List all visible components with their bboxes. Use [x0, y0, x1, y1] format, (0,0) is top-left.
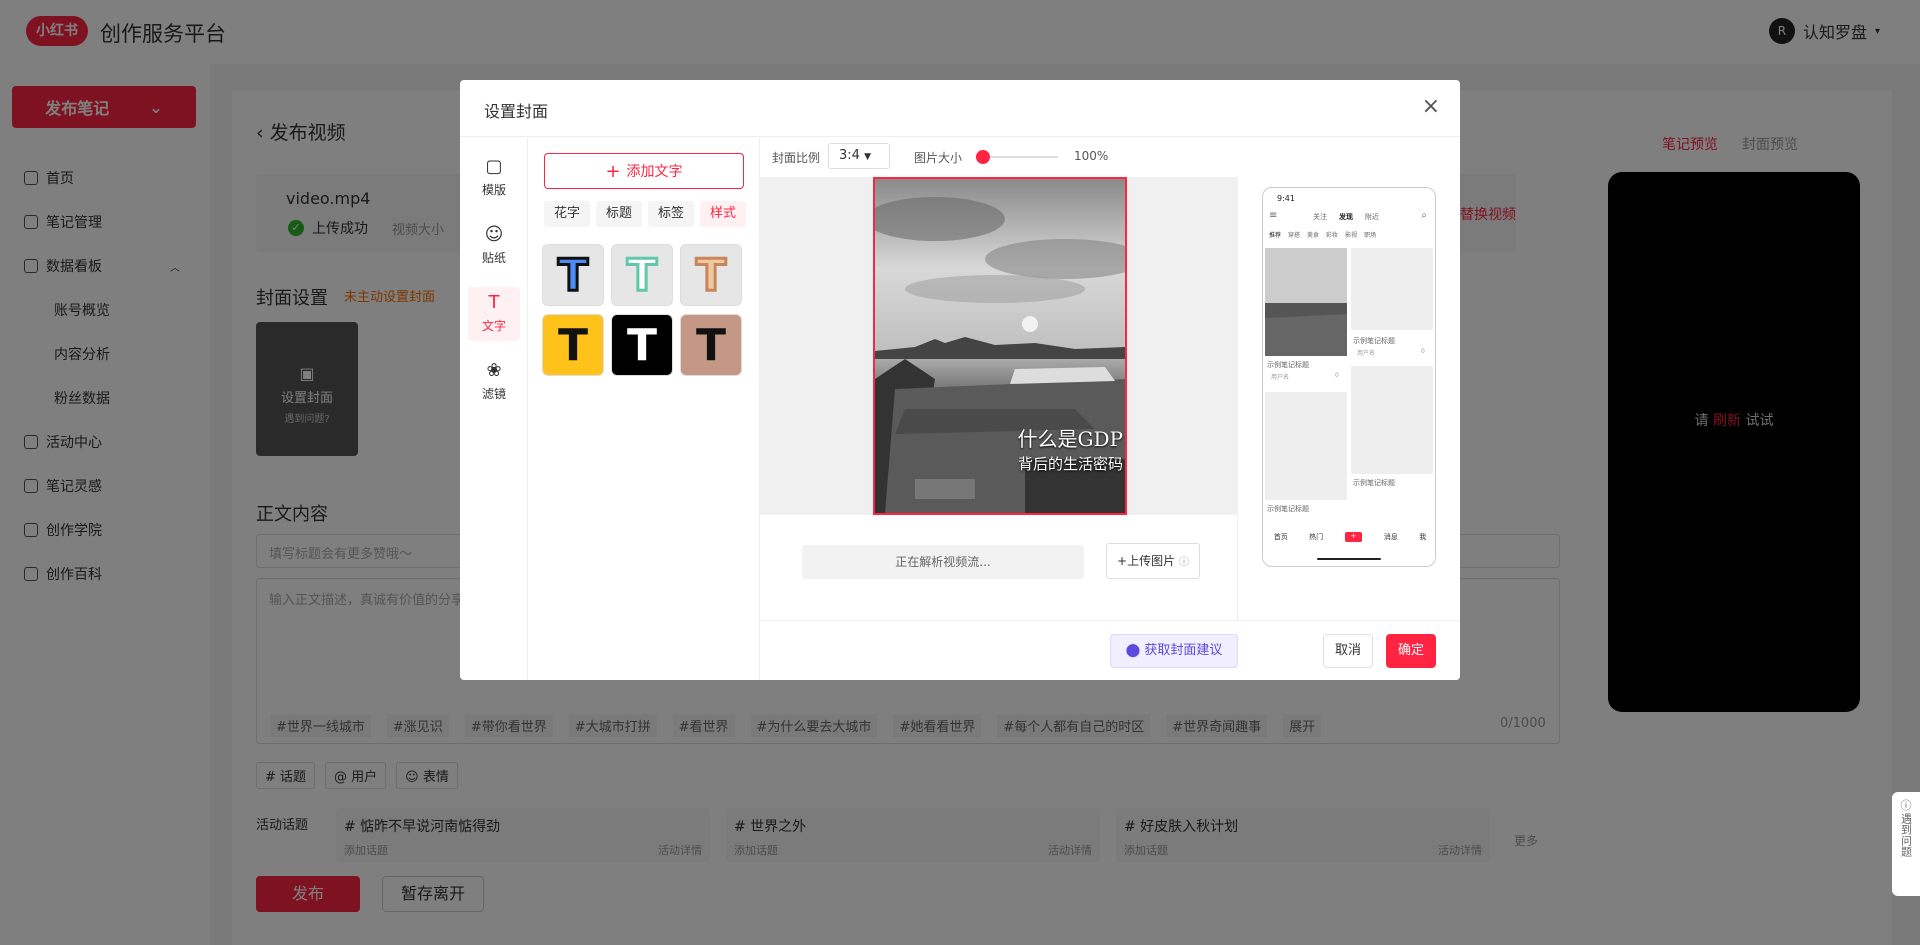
add-text-button[interactable]: + 添加文字	[544, 153, 744, 189]
editor-controls: 封面比例 3:4 ▼ 图片大小 100%	[760, 137, 1238, 177]
status-time: 9:41	[1277, 194, 1295, 203]
filter-icon: ❀	[486, 360, 502, 381]
size-value: 100%	[1074, 149, 1109, 163]
mini-tabs: 关注 发现 附近	[1313, 213, 1379, 221]
mini-card-title: 示例笔记标题	[1267, 361, 1309, 369]
cover-text-line1[interactable]: 什么是GDP	[1018, 423, 1123, 452]
tab-style[interactable]: 样式	[700, 201, 747, 227]
tool-rail: ▢ 模版 ☺ 贴纸 T 文字 ❀ 滤镜	[460, 137, 528, 680]
mini-cover-thumb	[1265, 248, 1347, 356]
chevron-down-icon: ▼	[864, 152, 871, 162]
cover-text-line2[interactable]: 背后的生活密码	[1018, 453, 1123, 474]
text-style-mint[interactable]: T	[611, 244, 673, 306]
cover-canvas: 什么是GDP 背后的生活密码	[760, 177, 1238, 515]
mini-card	[1265, 392, 1347, 500]
dialog-title: 设置封面	[484, 102, 549, 121]
plus-icon: +	[605, 160, 621, 182]
ratio-select[interactable]: 3:4 ▼	[828, 143, 890, 169]
mini-card	[1351, 248, 1433, 330]
help-label: 遇到问题	[1899, 813, 1913, 857]
parsing-status: 正在解析视频流...	[802, 545, 1084, 579]
ratio-label: 封面比例	[772, 151, 821, 165]
mini-bottom-nav: 首页 热门 + 消息我	[1273, 532, 1427, 542]
tool-sticker[interactable]: ☺ 贴纸	[468, 219, 520, 273]
mini-card	[1351, 366, 1433, 474]
set-cover-dialog: 设置封面 × ▢ 模版 ☺ 贴纸 T 文字 ❀ 滤镜 + 添加文字 花字 标题 标签 样式…	[460, 80, 1460, 680]
mini-card-title: 示例笔记标题	[1267, 505, 1309, 513]
tab-fancy-text[interactable]: 花字	[544, 201, 591, 227]
text-style-peach[interactable]: T	[680, 244, 742, 306]
location-pin-icon: ⬤	[1125, 643, 1145, 658]
mini-channels: 推荐 穿搭 美食 彩妆 影视 职场	[1269, 232, 1377, 239]
sticker-icon: ☺	[484, 224, 504, 245]
get-cover-suggestion-button[interactable]: ⬤ 获取封面建议	[1110, 634, 1238, 668]
search-icon: ⌕	[1421, 210, 1427, 221]
mini-card-user: 用户名	[1357, 350, 1376, 357]
mini-card-likes: 0	[1421, 348, 1425, 355]
slider-thumb[interactable]	[976, 150, 990, 164]
text-style-blue[interactable]: T	[542, 244, 604, 306]
text-style-yellow[interactable]: T	[542, 314, 604, 376]
dialog-footer: ⬤ 获取封面建议 取消 确定	[760, 620, 1460, 680]
template-icon: ▢	[485, 156, 503, 177]
cancel-button[interactable]: 取消	[1323, 634, 1373, 668]
menu-icon: ≡	[1269, 210, 1278, 221]
info-icon: ⓘ	[1178, 557, 1189, 568]
mini-cover-card	[1265, 248, 1347, 356]
tab-title[interactable]: 标题	[596, 201, 643, 227]
size-label: 图片大小	[914, 151, 963, 165]
text-tools-panel: + 添加文字 花字 标题 标签 样式 T T T T T T	[528, 137, 760, 680]
mini-preview-panel: 9:41 ≡ 关注 发现 附近 ⌕ 推荐 穿搭 美食 彩妆 影视 职场 示例笔记标题 用户…	[1238, 137, 1460, 620]
text-style-black[interactable]: T	[611, 314, 673, 376]
mini-card-title: 示例笔记标题	[1353, 479, 1395, 487]
plus-icon: +	[1117, 554, 1128, 568]
upload-image-button[interactable]: +上传图片 ⓘ	[1106, 543, 1200, 579]
cover-image[interactable]: 什么是GDP 背后的生活密码	[873, 177, 1127, 515]
cover-editor: 封面比例 3:4 ▼ 图片大小 100% 什么是GDP 背后的生活密码 正在解析…	[760, 137, 1238, 620]
mini-card-title: 示例笔记标题	[1353, 337, 1395, 345]
help-float[interactable]: ⓘ 遇到问题	[1892, 792, 1920, 896]
home-indicator	[1317, 558, 1381, 560]
close-icon[interactable]: ×	[1422, 94, 1440, 119]
phone-mini-preview: 9:41 ≡ 关注 发现 附近 ⌕ 推荐 穿搭 美食 彩妆 影视 职场 示例笔记标题 用户…	[1262, 187, 1436, 567]
confirm-button[interactable]: 确定	[1386, 634, 1436, 668]
mini-card-user: 用户名	[1271, 374, 1290, 381]
tool-text[interactable]: T 文字	[468, 287, 520, 341]
tool-filter[interactable]: ❀ 滤镜	[468, 355, 520, 409]
size-slider[interactable]	[976, 150, 1058, 164]
tab-label[interactable]: 标签	[648, 201, 695, 227]
text-style-brown[interactable]: T	[680, 314, 742, 376]
question-icon: ⓘ	[1900, 799, 1912, 812]
tool-template[interactable]: ▢ 模版	[468, 151, 520, 205]
text-icon: T	[488, 292, 500, 313]
mini-card-likes: 0	[1335, 372, 1339, 379]
